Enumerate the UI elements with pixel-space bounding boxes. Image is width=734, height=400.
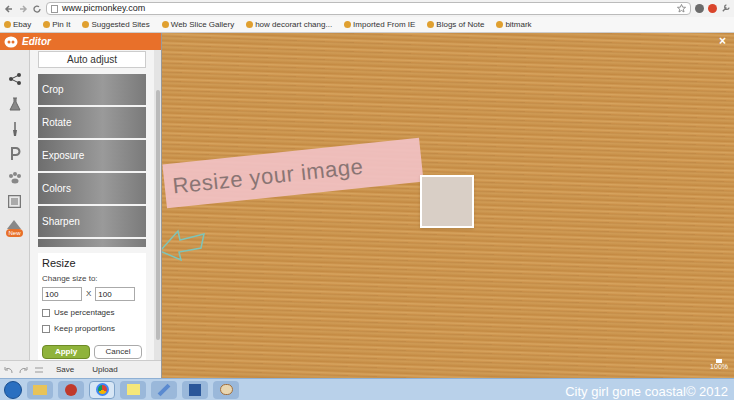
forward-arrow-icon[interactable] [18, 4, 28, 14]
left-panel: Editor New Auto adjust [0, 33, 162, 378]
checkbox[interactable] [42, 325, 50, 333]
reload-icon[interactable] [32, 4, 42, 14]
browser-toolbar: www.picmonkey.com [0, 0, 734, 17]
checkbox[interactable] [42, 309, 50, 317]
explorer-folder-icon[interactable] [27, 381, 53, 399]
tool-list: CropRotateExposureColorsSharpen [38, 74, 146, 247]
page-icon [51, 5, 58, 13]
text-p-icon[interactable] [9, 147, 21, 161]
app-red-icon[interactable] [58, 381, 84, 399]
tab-column: New [0, 50, 30, 360]
paint-palette-icon[interactable] [213, 381, 239, 399]
canvas: × Resize your image 100% [162, 33, 734, 378]
tool-tile[interactable]: Colors [38, 173, 146, 204]
editor-app: Editor New Auto adjust [0, 33, 734, 378]
bookmark[interactable]: Ebay [4, 19, 31, 31]
tool-tile[interactable]: Sharpen [38, 206, 146, 237]
tool-tile[interactable]: Exposure [38, 140, 146, 171]
bookmark-favicon-icon [246, 21, 253, 28]
bookmark[interactable]: Pin It [43, 19, 70, 31]
apply-button[interactable]: Apply [42, 345, 90, 359]
address-bar[interactable]: www.picmonkey.com [46, 2, 691, 15]
bookmark[interactable]: bitmark [496, 19, 531, 31]
resize-prompt: Change size to: [42, 273, 142, 285]
tool-tile[interactable]: Rotate [38, 107, 146, 138]
width-input[interactable] [42, 287, 82, 301]
option-row[interactable]: Use percentages [42, 307, 142, 319]
tool-tile[interactable]: Crop [38, 74, 146, 105]
star-icon[interactable] [677, 4, 686, 13]
bookmark[interactable]: Blogs of Note [427, 19, 484, 31]
effects-flask-icon[interactable] [9, 97, 21, 111]
extension-icon[interactable] [695, 4, 704, 13]
picmonkey-logo-icon [4, 36, 18, 48]
image-thumbnail[interactable] [420, 175, 474, 228]
bottom-bar: Save Upload [0, 360, 161, 378]
close-button[interactable]: × [719, 35, 726, 47]
bookmark[interactable]: Imported From IE [344, 19, 415, 31]
bookmark-favicon-icon [496, 21, 503, 28]
basic-edits-nodes-icon[interactable] [8, 72, 22, 86]
bookmark-favicon-icon [427, 21, 434, 28]
extension-icon[interactable] [708, 4, 717, 13]
resize-section: Resize Change size to: X Use percentages… [38, 253, 146, 362]
bookmark-favicon-icon [344, 21, 351, 28]
address-text: www.picmonkey.com [62, 4, 145, 13]
overlays-paw-icon[interactable] [8, 172, 22, 184]
bookmark-favicon-icon [82, 21, 89, 28]
chrome-icon[interactable] [89, 381, 115, 399]
zoom-control[interactable]: 100% [710, 359, 728, 370]
editor-title: Editor [22, 37, 51, 47]
word-icon[interactable] [182, 381, 208, 399]
bookmark[interactable]: Web Slice Gallery [162, 19, 234, 31]
textures-grid-icon [7, 219, 21, 229]
notes-icon[interactable] [120, 381, 146, 399]
history-icon[interactable] [34, 366, 44, 374]
back-arrow-icon[interactable] [4, 4, 14, 14]
menu-wrench-icon[interactable] [721, 4, 730, 13]
start-orb-icon[interactable] [4, 381, 22, 399]
watermark: City girl gone coastal© 2012 [565, 385, 728, 398]
bookmark-favicon-icon [4, 21, 11, 28]
bookmarks-bar: Ebay Pin It Suggested Sites Web Slice Galle… [0, 17, 734, 33]
option-row[interactable]: Keep proportions [42, 323, 142, 335]
new-badge: New [6, 229, 22, 237]
bookmark-favicon-icon [162, 21, 169, 28]
paint-brush-icon[interactable] [151, 381, 177, 399]
annotation-tape: Resize your image [162, 138, 423, 209]
resize-title: Resize [42, 256, 142, 270]
touch-up-brush-icon[interactable] [11, 122, 19, 136]
tool-tile[interactable] [38, 239, 146, 247]
frames-square-icon[interactable] [8, 195, 21, 208]
bookmark[interactable]: Suggested Sites [82, 19, 149, 31]
redo-icon[interactable] [19, 366, 28, 374]
save-button[interactable]: Save [56, 364, 74, 376]
bookmark-favicon-icon [43, 21, 50, 28]
arrow-sketch-icon [162, 225, 208, 263]
tools-panel: Auto adjust CropRotateExposureColorsShar… [30, 50, 161, 360]
textures-tab[interactable]: New [6, 219, 22, 237]
panel-scrollbar[interactable] [154, 50, 161, 360]
undo-icon[interactable] [4, 366, 13, 374]
auto-adjust-button[interactable]: Auto adjust [38, 51, 146, 68]
bookmark[interactable]: how decorart chang... [246, 19, 332, 31]
cancel-button[interactable]: Cancel [94, 345, 142, 359]
height-input[interactable] [95, 287, 135, 301]
editor-header: Editor [0, 33, 161, 50]
upload-button[interactable]: Upload [92, 364, 117, 376]
